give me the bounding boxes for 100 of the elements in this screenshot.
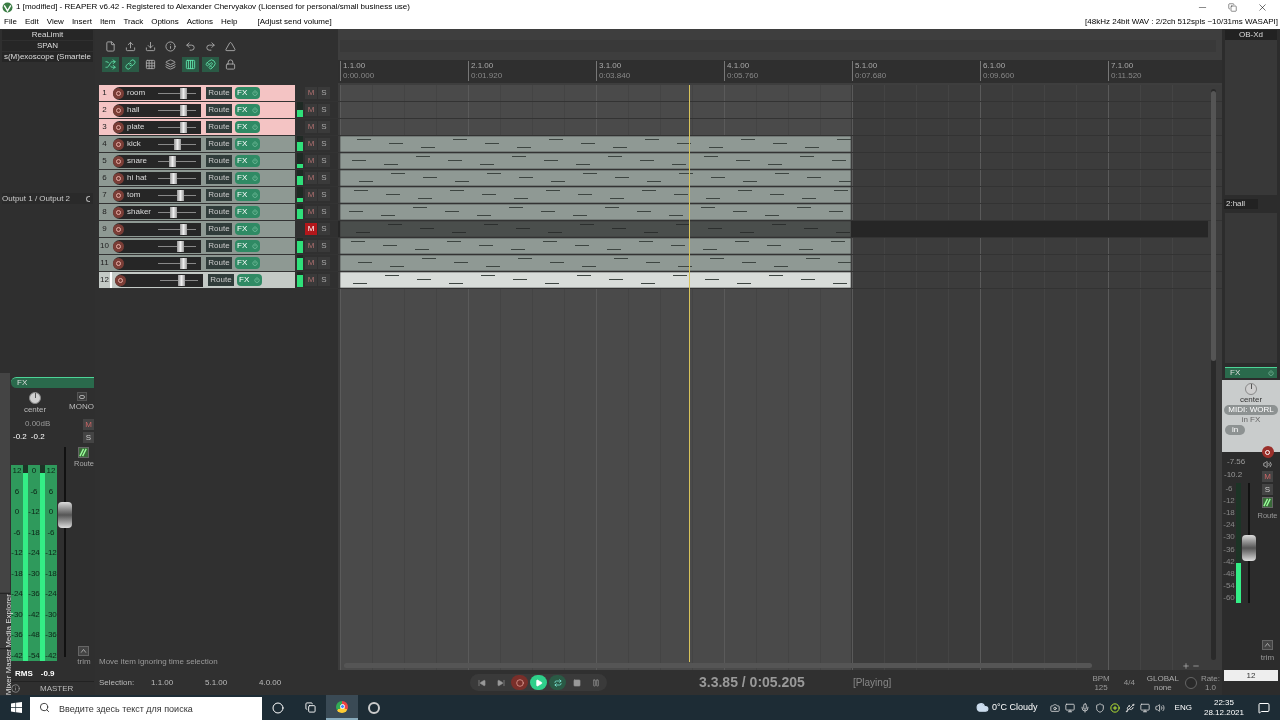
volume-slider[interactable] bbox=[160, 274, 198, 286]
solo-button[interactable]: S bbox=[318, 240, 330, 252]
camera-icon[interactable] bbox=[1049, 702, 1060, 713]
repeat-button[interactable] bbox=[549, 675, 566, 690]
route-button[interactable]: Route bbox=[206, 138, 232, 150]
fader-track[interactable] bbox=[1242, 483, 1256, 603]
solo-button[interactable]: S bbox=[318, 155, 330, 167]
bpm-value[interactable]: 125 bbox=[1094, 682, 1108, 692]
slider-thumb[interactable] bbox=[169, 155, 177, 167]
slider-thumb[interactable] bbox=[170, 172, 178, 184]
microphone-icon[interactable] bbox=[1079, 702, 1090, 713]
route-button[interactable]: Route bbox=[206, 240, 232, 252]
volume-slider[interactable] bbox=[158, 240, 196, 252]
fx-slot[interactable]: s(M)exoscope (Smartele bbox=[2, 52, 93, 62]
track-panel[interactable]: room Route FX bbox=[110, 85, 295, 101]
record-arm-button[interactable] bbox=[113, 206, 124, 218]
time-signature[interactable]: 4/4 bbox=[1123, 676, 1135, 689]
fx-slot[interactable]: SPAN bbox=[2, 41, 93, 51]
clock-date[interactable]: 28.12.2021 bbox=[1203, 707, 1244, 718]
rate-value[interactable]: 1.0 bbox=[1204, 682, 1216, 692]
midi-item[interactable] bbox=[340, 170, 851, 186]
solo-button[interactable]: S bbox=[318, 257, 330, 269]
shield-icon[interactable] bbox=[1094, 702, 1105, 713]
menu-item[interactable]: Insert bbox=[67, 15, 96, 28]
volume-icon[interactable] bbox=[1154, 702, 1165, 713]
record-arm-button[interactable] bbox=[113, 240, 124, 252]
menu-item[interactable]: Options bbox=[147, 15, 183, 28]
fx-slot[interactable]: ReaLimit bbox=[2, 30, 93, 40]
solo-button[interactable]: S bbox=[318, 121, 330, 133]
route-icon[interactable] bbox=[78, 447, 90, 458]
mute-button[interactable]: M bbox=[305, 223, 317, 235]
midi-item[interactable] bbox=[340, 204, 851, 220]
mono-icon[interactable] bbox=[76, 392, 87, 401]
menu-item[interactable]: Track bbox=[119, 15, 148, 28]
slider-thumb[interactable] bbox=[174, 138, 182, 150]
slider-thumb[interactable] bbox=[177, 274, 185, 286]
route-button[interactable]: Route bbox=[206, 121, 232, 133]
volume-slider[interactable] bbox=[158, 104, 196, 116]
info-icon[interactable] bbox=[11, 684, 20, 693]
midi-item[interactable] bbox=[340, 187, 851, 203]
route-button[interactable]: Route bbox=[206, 172, 232, 184]
record-arm-button[interactable] bbox=[113, 104, 124, 116]
slider-thumb[interactable] bbox=[179, 223, 187, 235]
pan-knob[interactable] bbox=[29, 392, 41, 404]
midi-item[interactable] bbox=[340, 136, 851, 152]
fx-button[interactable]: FX bbox=[235, 206, 260, 218]
solo-button[interactable]: S bbox=[318, 189, 330, 201]
zoom-in-icon[interactable] bbox=[1182, 662, 1190, 670]
volume-slider[interactable] bbox=[158, 206, 196, 218]
track-panel[interactable]: kick Route FX bbox=[110, 136, 295, 152]
solo-button[interactable]: S bbox=[318, 274, 330, 286]
track-name[interactable]: room bbox=[127, 87, 157, 99]
solo-button[interactable]: S bbox=[318, 138, 330, 150]
info-icon[interactable] bbox=[162, 39, 179, 54]
menu-item[interactable]: Help bbox=[217, 15, 242, 28]
solo-button[interactable]: S bbox=[318, 172, 330, 184]
route-button[interactable]: Route bbox=[206, 223, 232, 235]
browser-icon[interactable] bbox=[326, 695, 358, 720]
play-button[interactable] bbox=[530, 675, 547, 690]
record-arm-button[interactable] bbox=[113, 87, 124, 99]
solo-button[interactable]: S bbox=[318, 87, 330, 99]
output-icon[interactable] bbox=[86, 195, 90, 202]
record-arm-button[interactable] bbox=[113, 189, 124, 201]
track-name[interactable]: kick bbox=[127, 138, 157, 150]
menu-item[interactable]: File bbox=[0, 15, 21, 28]
fx-button[interactable]: FX bbox=[235, 121, 260, 133]
link-icon[interactable] bbox=[122, 57, 139, 72]
route-button[interactable]: Route bbox=[206, 155, 232, 167]
fader-track[interactable] bbox=[58, 447, 72, 657]
route-button[interactable]: Route bbox=[206, 257, 232, 269]
fx-button[interactable]: FX bbox=[235, 104, 260, 116]
route-button[interactable]: Route bbox=[206, 189, 232, 201]
position-readout[interactable]: 3.3.85 / 0:05.205 bbox=[699, 672, 805, 693]
timeline-ruler[interactable]: 1.1.00 0:00.000 2.1.00 0:01.920 3.1.00 0:03.840 4.1.00 0:05.760 5.1.00 0:07.680 6.1.00 0:09.600 7.1.00 0:11.520 bbox=[338, 60, 1222, 83]
search-field[interactable]: Введите здесь текст для поиска bbox=[30, 696, 262, 720]
record-arm-button[interactable] bbox=[113, 155, 124, 167]
slider-thumb[interactable] bbox=[179, 257, 187, 269]
volume-slider[interactable] bbox=[158, 155, 196, 167]
solo-button[interactable]: S bbox=[318, 206, 330, 218]
selection-value[interactable]: 4.0.00 bbox=[259, 676, 313, 689]
track-name[interactable]: hall bbox=[127, 104, 157, 116]
selection-value[interactable]: 1.1.00 bbox=[151, 676, 205, 689]
fx-button[interactable]: FX bbox=[235, 189, 260, 201]
volume-slider[interactable] bbox=[158, 138, 196, 150]
menu-item[interactable]: View bbox=[42, 15, 68, 28]
fx-button[interactable]: FX bbox=[237, 274, 262, 286]
fader-thumb[interactable] bbox=[1242, 534, 1256, 561]
fx-button[interactable]: FX bbox=[235, 257, 260, 269]
fx-button[interactable]: FX bbox=[235, 87, 260, 99]
windows-logo-icon[interactable] bbox=[11, 702, 22, 713]
trim-icon[interactable] bbox=[78, 646, 90, 656]
track-panel[interactable]: hi hat Route FX bbox=[110, 170, 295, 186]
record-arm-button[interactable] bbox=[113, 223, 124, 235]
trim-icon[interactable] bbox=[1262, 640, 1273, 650]
track-panel[interactable]: shaker Route FX bbox=[110, 204, 295, 220]
clock-time[interactable]: 22:35 bbox=[1213, 697, 1234, 708]
fx-button[interactable]: FX bbox=[235, 138, 260, 150]
menu-item[interactable]: Item bbox=[95, 15, 120, 28]
track-name[interactable]: shaker bbox=[127, 206, 157, 218]
track-panel[interactable]: Route FX bbox=[110, 255, 295, 271]
